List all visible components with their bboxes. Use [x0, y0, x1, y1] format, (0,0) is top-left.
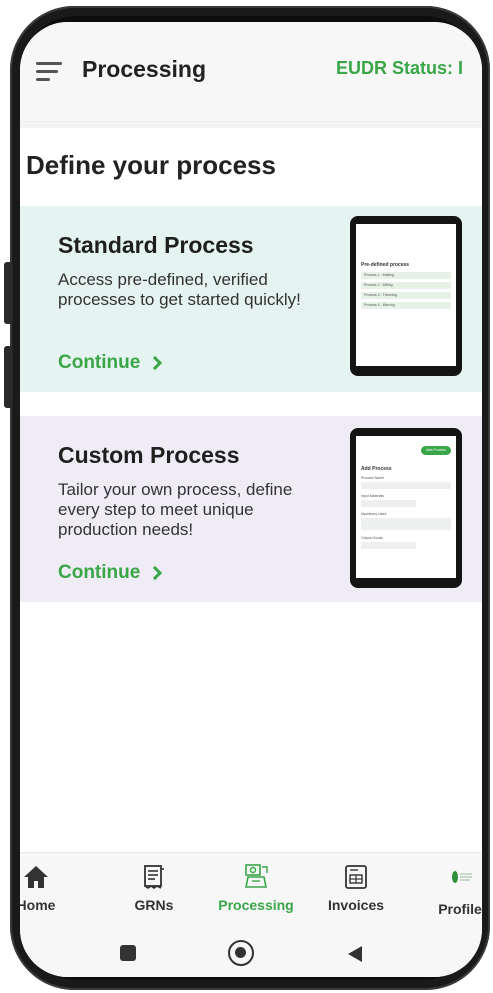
processing-icon: [245, 864, 268, 888]
app-bar: Processing EUDR Status: I: [20, 22, 482, 122]
nav-item-invoices[interactable]: Invoices: [306, 853, 406, 931]
page-title: Processing: [82, 56, 206, 82]
mockup-heading: Add Process: [361, 466, 392, 472]
nav-item-grns[interactable]: GRNs: [104, 853, 204, 931]
recents-square-icon[interactable]: [120, 945, 136, 961]
mockup-add-button: Add Process: [421, 446, 451, 455]
mockup-row: Process 1 - Malting: [361, 272, 451, 279]
volume-down-button: [4, 346, 13, 408]
receipt-icon: [144, 865, 164, 889]
nav-label: Profile: [438, 901, 482, 917]
chevron-right-icon: [148, 565, 163, 581]
tablet-mockup-image: Pre-defined process Process 1 - Malting …: [350, 216, 462, 376]
chevron-right-icon: [148, 355, 163, 371]
mockup-row: Process 2 - Milling: [361, 282, 451, 289]
nav-item-profile[interactable]: Profile: [410, 853, 482, 931]
eudr-status-button[interactable]: EUDR Status: I: [336, 58, 463, 79]
mockup-heading: Pre-defined process: [361, 262, 410, 268]
profile-logo-icon: [452, 871, 472, 883]
section-title: Define your process: [26, 150, 276, 180]
standard-process-card[interactable]: Standard Process Access pre-defined, ver…: [20, 206, 482, 392]
mockup-field-label: Input Materials: [361, 494, 384, 498]
volume-up-button: [4, 262, 13, 324]
mockup-field-label: Machinery Used: [361, 512, 387, 516]
custom-continue-button[interactable]: Continue: [58, 562, 163, 584]
divider: [20, 122, 482, 128]
custom-process-description: Tailor your own process, define every st…: [58, 480, 293, 539]
tablet-screen: Pre-defined process Process 1 - Malting …: [356, 224, 456, 366]
continue-label: Continue: [58, 352, 141, 373]
mockup-row: Process 3 - Trimming: [361, 292, 451, 299]
nav-item-processing[interactable]: Processing: [206, 853, 306, 931]
mockup-field-label: Output Goods: [361, 536, 383, 540]
standard-continue-button[interactable]: Continue: [58, 352, 163, 374]
nav-label: Home: [20, 897, 56, 913]
app-screen: Processing EUDR Status: I Define your pr…: [20, 22, 482, 977]
custom-process-card[interactable]: Custom Process Tailor your own process, …: [20, 416, 482, 602]
mockup-field: [361, 482, 451, 489]
nav-label: GRNs: [134, 897, 174, 913]
home-icon: [24, 866, 48, 888]
bottom-navigation: Home GRNs Processing Invoices Profile: [20, 852, 482, 930]
invoice-icon: [345, 865, 367, 889]
tablet-screen: Add Process Add Process Process Name Inp…: [356, 436, 456, 578]
custom-process-title: Custom Process: [58, 442, 240, 468]
system-navigation-bar: [20, 930, 482, 977]
nav-label: Invoices: [327, 897, 385, 913]
nav-item-home[interactable]: Home: [20, 853, 86, 931]
mockup-field-label: Process Name: [361, 476, 384, 480]
mockup-field: [361, 518, 451, 530]
standard-process-description: Access pre-defined, verified processes t…: [58, 270, 301, 309]
home-circle-icon[interactable]: [228, 940, 254, 966]
mockup-field: [361, 500, 416, 507]
standard-process-title: Standard Process: [58, 232, 254, 258]
back-triangle-icon[interactable]: [346, 944, 364, 964]
tablet-mockup-image: Add Process Add Process Process Name Inp…: [350, 428, 462, 588]
continue-label: Continue: [58, 562, 141, 583]
mockup-row: Process 4 - Mincing: [361, 302, 451, 309]
nav-label: Processing: [218, 897, 294, 913]
mockup-field: [361, 542, 416, 549]
menu-icon[interactable]: [36, 62, 64, 82]
